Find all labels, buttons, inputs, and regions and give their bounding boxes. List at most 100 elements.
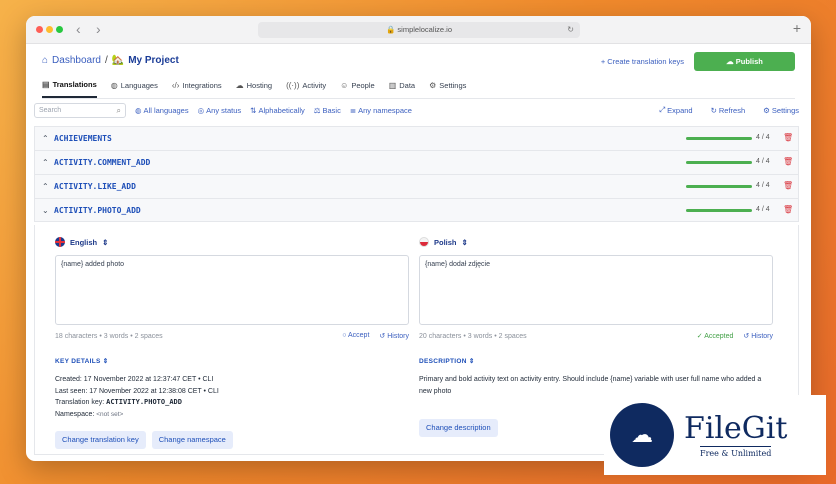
progress-bar [686,137,752,140]
description-toggle[interactable]: DESCRIPTION ⇕ [419,357,773,365]
expand-icon: ⤢ [659,105,666,114]
filter-any-status[interactable]: ◎ Any status [198,106,242,115]
cloud-icon: ☁ [235,80,244,90]
created-info: Created: 17 November 2022 at 12:37:47 CE… [55,376,214,383]
change-translation-key-button[interactable]: Change translation key [55,431,146,449]
filter-label: Settings [771,105,799,115]
globe-icon: ◍ [110,80,118,90]
change-namespace-button[interactable]: Change namespace [151,431,233,449]
polish-meta: 20 characters • 3 words • 2 spaces ✓ Acc… [419,330,773,342]
gear-icon: ⚙ [429,80,437,90]
browser-titlebar: ‹ › 🔒 simplelocalize.io ↻ + [26,16,811,44]
publish-button[interactable]: ☁ Publish [694,52,795,71]
text-stats: 20 characters • 3 words • 2 spaces [419,332,527,340]
chevron-up-icon[interactable]: ⌃ [42,158,54,167]
history-button[interactable]: ↺ History [743,332,773,340]
key-row-expanded[interactable]: ⌄ ACTIVITY.PHOTO_ADD 4 / 4 🗑 [34,198,799,222]
tab-settings[interactable]: ⚙ Settings [429,78,466,98]
accept-button[interactable]: ○ Accept [342,332,369,340]
maximize-window-button[interactable] [56,26,63,33]
english-translation-input[interactable]: {name} added photo [55,255,409,325]
settings-button[interactable]: ⚙ Settings [763,105,799,115]
expand-button[interactable]: ⤢ Expand [659,105,692,115]
tab-languages[interactable]: ◍ Languages [111,78,158,98]
progress-bar [686,209,752,212]
key-details-toggle[interactable]: KEY DETAILS ⇕ [55,357,409,365]
address-bar[interactable]: 🔒 simplelocalize.io ↻ [258,22,580,38]
key-row[interactable]: ⌃ ACTIVITY.LIKE_ADD 4 / 4 🗑 [34,174,799,198]
tab-data[interactable]: ▥ Data [389,78,415,98]
back-arrow-icon[interactable]: ‹ [76,21,81,37]
watermark-text: FileGit Free & Unlimited [684,411,788,459]
globe-icon: ◍ [135,105,142,115]
watermark-name: FileGit [684,411,788,446]
breadcrumb-project[interactable]: My Project [128,55,179,66]
translation-count: 4 / 4 [756,182,770,189]
filegit-logo-icon: ☁ [610,403,674,467]
create-translation-keys-link[interactable]: + Create translation keys [601,57,684,66]
key-name: ACTIVITY.LIKE_ADD [54,182,136,191]
tab-label: Settings [439,80,467,90]
polish-translation-input[interactable]: {name} dodał zdjęcie [419,255,773,325]
description-text: Primary and bold activity text on activi… [419,376,762,395]
breadcrumb-separator: / [104,55,108,66]
tab-hosting[interactable]: ☁ Hosting [236,78,272,98]
database-icon: ▥ [388,80,397,90]
search-input[interactable]: Search ⌕ [34,102,126,118]
translations-icon: ▤ [42,79,50,89]
chevron-down-icon[interactable]: ⌄ [42,206,54,215]
chevron-updown-icon: ⇕ [102,358,109,365]
translation-count: 4 / 4 [756,134,770,141]
filter-all-languages[interactable]: ◍ All languages [135,106,189,115]
tab-integrations[interactable]: ‹/› Integrations [172,78,222,98]
view-basic[interactable]: ⚖ Basic [314,106,341,115]
accepted-label: Accepted [704,333,734,340]
sort-alphabetically[interactable]: ⇅ Alphabetically [250,106,305,115]
language-selector-english[interactable]: English ⇕ [55,235,409,249]
tab-activity[interactable]: ((·)) Activity [286,78,326,98]
change-description-button[interactable]: Change description [419,419,498,437]
check-circle-icon: ✓ [696,333,703,340]
minimize-window-button[interactable] [46,26,53,33]
tab-translations[interactable]: ▤ Translations [42,78,97,98]
trash-icon[interactable]: 🗑 [783,157,793,166]
chevron-up-icon[interactable]: ⌃ [42,182,54,191]
close-window-button[interactable] [36,26,43,33]
home-icon: ⌂ [42,55,49,66]
key-buttons: Change translation key Change namespace [55,431,409,449]
new-tab-icon[interactable]: + [793,20,801,36]
accepted-status[interactable]: ✓ Accepted [697,332,734,340]
language-selector-polish[interactable]: Polish ⇕ [419,235,773,249]
reload-icon[interactable]: ↻ [567,22,574,38]
key-name: ACTIVITY.COMMENT_ADD [54,158,151,167]
filter-any-namespace[interactable]: ≣ Any namespace [350,106,412,115]
history-label: History [387,333,409,340]
uk-flag-icon [55,237,65,247]
trash-icon[interactable]: 🗑 [783,205,793,214]
breadcrumb-dashboard[interactable]: Dashboard [52,55,101,66]
namespace-info: Namespace: <not set> [55,409,409,421]
key-name: ACHIEVEMENTS [54,134,112,143]
trash-icon[interactable]: 🗑 [783,181,793,190]
translation-count: 4 / 4 [756,158,770,165]
key-row[interactable]: ⌃ ACHIEVEMENTS 4 / 4 🗑 [34,126,799,150]
tab-label: Hosting [246,80,273,90]
trash-icon[interactable]: 🗑 [783,133,793,142]
language-label: Polish [434,237,457,247]
forward-arrow-icon[interactable]: › [96,21,101,37]
chevron-updown-icon: ⇕ [468,358,475,365]
namespace-icon: ≣ [349,105,357,115]
label: Namespace: [55,410,95,418]
translation-key-info: Translation key: ACTIVITY.PHOTO_ADD [55,397,409,409]
translation-key-value: ACTIVITY.PHOTO_ADD [106,398,182,406]
key-row[interactable]: ⌃ ACTIVITY.COMMENT_ADD 4 / 4 🗑 [34,150,799,174]
filter-label: Alphabetically [258,105,305,115]
refresh-button[interactable]: ↻ Refresh [711,105,746,115]
publish-label: Publish [735,57,763,66]
history-button[interactable]: ↺ History [379,332,409,340]
chevron-up-icon[interactable]: ⌃ [42,134,54,143]
header-actions: + Create translation keys ☁ Publish [601,52,795,71]
search-icon: ⌕ [116,105,121,115]
accept-label: Accept [347,332,370,339]
tab-people[interactable]: ☺ People [340,78,375,98]
